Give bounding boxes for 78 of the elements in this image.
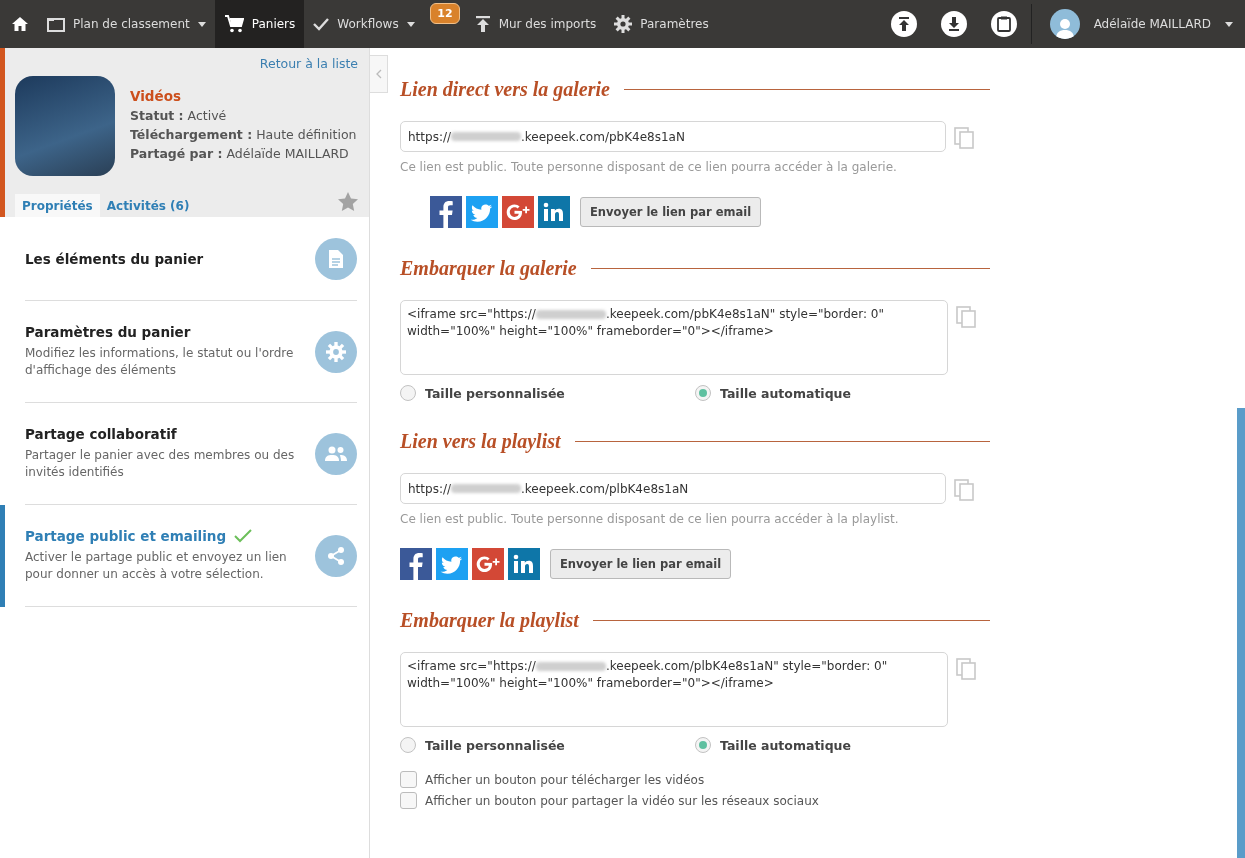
section-heading: Embarquer la galerie (400, 257, 577, 280)
gear-icon (315, 330, 357, 373)
radio-option[interactable]: Taille automatique (695, 385, 990, 401)
checkbox-option[interactable]: Afficher un bouton pour télécharger les vidéos (400, 771, 990, 788)
folder-icon (47, 16, 65, 32)
linkedin-share-button[interactable] (508, 548, 540, 580)
avatar-icon (1049, 9, 1080, 39)
check-icon (313, 17, 330, 31)
home-icon (11, 16, 29, 32)
url-field[interactable]: https:// .keepeek.com/plbK4e8s1aN (400, 473, 946, 504)
upload-icon (474, 16, 491, 32)
section-item[interactable]: Les éléments du panier (0, 217, 369, 301)
radio-option[interactable]: Taille automatique (695, 737, 990, 753)
section-description: Modifiez les informations, le statut ou l'ordre d'affichage des éléments (25, 345, 295, 379)
caret-icon (1225, 21, 1233, 27)
blurred-text (535, 310, 606, 319)
upload-button[interactable] (890, 11, 917, 37)
nav-tab[interactable]: Paniers (214, 0, 305, 48)
linkedin-share-button[interactable] (538, 196, 570, 228)
document-icon (315, 237, 357, 280)
down-arrow-icon (946, 17, 961, 31)
nav-tab[interactable]: Mur des imports (465, 0, 606, 48)
basket-field: Téléchargement : Haute définition (130, 127, 357, 142)
caret-icon (197, 21, 206, 27)
section-description: Activer le partage public et envoyez un lien pour donner un accès à votre sélection. (25, 549, 288, 583)
facebook-share-button[interactable] (430, 196, 462, 228)
caret-icon (406, 21, 415, 27)
facebook-share-button[interactable] (400, 548, 432, 580)
google-plus-share-button[interactable] (472, 548, 504, 580)
tab[interactable]: Propriétés (15, 194, 100, 217)
count-badge: 12 (430, 3, 460, 24)
chevron-icon (375, 69, 382, 79)
gear-icon (614, 15, 633, 33)
help-text: Ce lien est public. Toute personne disposant de ce lien pourra accéder à la playlist. (400, 512, 900, 526)
tab[interactable]: Activités (6) (99, 194, 197, 217)
section-description: Partager le panier avec des membres ou des invités identifiés (25, 447, 296, 481)
share-icon (315, 534, 357, 577)
up-arrow-icon (896, 17, 911, 31)
scrollbar-thumb[interactable] (1237, 408, 1245, 858)
collapse-handle[interactable] (370, 55, 388, 93)
section-heading: Lien direct vers la galerie (400, 78, 610, 101)
clipboard-button[interactable] (990, 11, 1017, 37)
section-title: Partage collaboratif (25, 426, 177, 442)
nav-tab[interactable]: Plan de classement (38, 0, 215, 48)
embed-code-field[interactable]: <iframe src="https:// .keepeek.com/pbK4e8s1aN" style="border: 0" width="100%" height="100%" frameborder="0"></iframe> (400, 300, 948, 375)
twitter-share-button[interactable] (436, 548, 468, 580)
checkbox-option[interactable]: Afficher un bouton pour partager la vidéo sur les réseaux sociaux (400, 792, 990, 809)
back-link[interactable]: Retour à la liste (259, 56, 358, 71)
url-field[interactable]: https:// .keepeek.com/pbK4e8s1aN (400, 121, 946, 152)
email-button[interactable]: Envoyer le lien par email (580, 197, 762, 227)
basket-field: Partagé par : Adélaïde MAILLARD (130, 146, 357, 161)
section-title: Les éléments du panier (25, 250, 204, 267)
section-title: Partage public et emailing (25, 528, 227, 544)
section-heading: Lien vers la playlist (400, 430, 561, 453)
twitter-share-button[interactable] (466, 196, 498, 228)
section-item[interactable]: Paramètres du panier Modifiez les informations, le statut ou l'ordre d'affichage des éléments (0, 301, 369, 403)
blurred-text (535, 662, 606, 671)
clipboard-icon (996, 16, 1011, 32)
email-button[interactable]: Envoyer le lien par email (550, 549, 732, 579)
basket-field: Statut : Activé (130, 108, 357, 123)
download-button[interactable] (940, 11, 967, 37)
cart-icon (223, 15, 244, 33)
radio-option[interactable]: Taille personnalisée (400, 737, 695, 753)
people-icon (315, 432, 357, 475)
section-item[interactable]: Partage collaboratif Partager le panier avec des membres ou des invités identifiés (0, 403, 369, 505)
nav-tab[interactable]: Paramètres (605, 0, 718, 48)
embed-code-field[interactable]: <iframe src="https:// .keepeek.com/plbK4e8s1aN" style="border: 0" width="100%" height="100%" frameborder="0"></iframe> (400, 652, 948, 727)
section-item[interactable]: Partage public et emailing Activer le partage public et envoyez un lien pour donner un accès à votre sélection. (0, 505, 369, 607)
blurred-text (451, 132, 521, 141)
star-icon[interactable] (338, 192, 358, 211)
radio-option[interactable]: Taille personnalisée (400, 385, 695, 401)
blurred-text (451, 484, 521, 493)
basket-title: Vidéos (130, 88, 182, 104)
help-text: Ce lien est public. Toute personne disposant de ce lien pourra accéder à la galerie. (400, 160, 898, 174)
section-title: Paramètres du panier (25, 324, 191, 340)
user-menu[interactable]: Adélaïde MAILLARD (1031, 0, 1245, 48)
google-plus-share-button[interactable] (502, 196, 534, 228)
section-heading: Embarquer la playlist (400, 609, 579, 632)
